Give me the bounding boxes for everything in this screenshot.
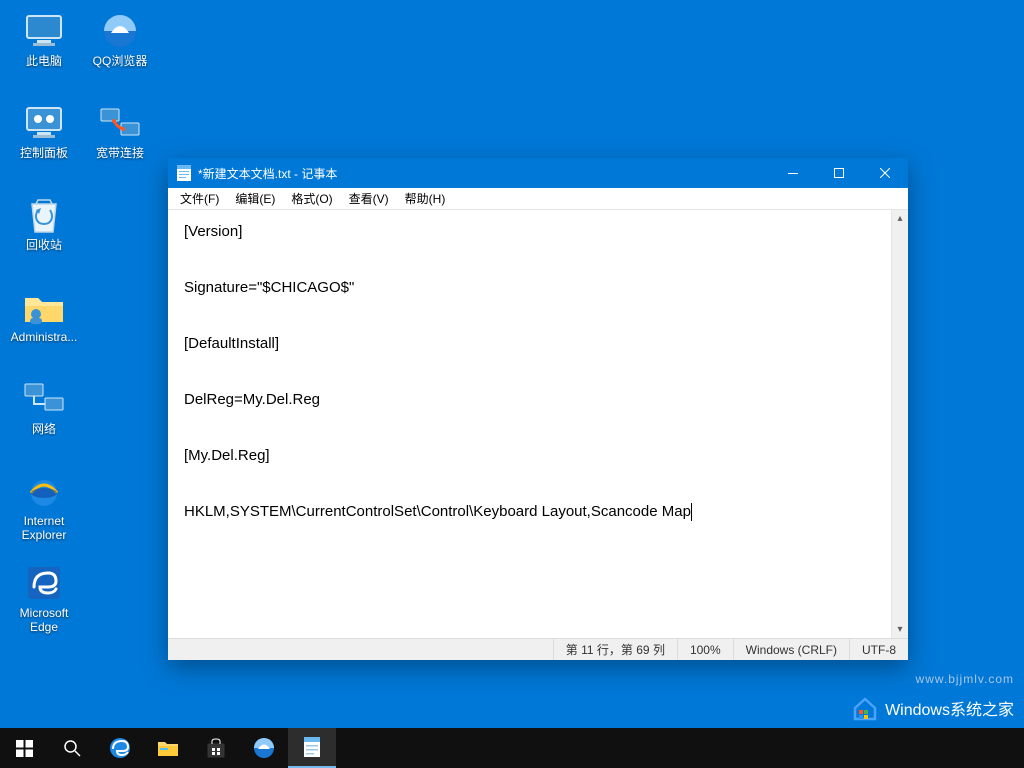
scroll-down-arrow[interactable]: ▾: [892, 621, 908, 638]
menu-查看[interactable]: 查看(V): [341, 188, 397, 209]
recycle-bin-icon: [20, 194, 68, 236]
scroll-track[interactable]: [892, 227, 908, 621]
statusbar: 第 11 行，第 69 列 100% Windows (CRLF) UTF-8: [168, 638, 908, 660]
notepad-taskbar[interactable]: [288, 728, 336, 768]
text-line: [184, 358, 875, 386]
menu-编辑[interactable]: 编辑(E): [227, 188, 283, 209]
edge-desktop-icon[interactable]: Microsoft Edge: [6, 558, 82, 636]
brand-text: Windows系统之家: [885, 696, 1014, 720]
status-eol: Windows (CRLF): [733, 639, 849, 660]
ie-icon: [20, 470, 68, 512]
status-zoom: 100%: [677, 639, 733, 660]
status-position: 第 11 行，第 69 列: [553, 639, 677, 660]
text-line: Signature="$CHICAGO$": [184, 274, 875, 302]
pc-desktop-icon[interactable]: 此电脑: [6, 6, 82, 84]
edge-icon: [20, 562, 68, 604]
notepad-window: *新建文本文档.txt - 记事本 文件(F)编辑(E)格式(O)查看(V)帮助…: [168, 158, 908, 660]
desktop-icon-label: Administra...: [11, 330, 78, 344]
qq-browser-desktop-icon[interactable]: QQ浏览器: [82, 6, 158, 84]
control-panel-icon: [20, 102, 68, 144]
desktop-icon-label: 宽带连接: [96, 146, 144, 160]
window-title: *新建文本文档.txt - 记事本: [198, 165, 337, 182]
store-taskbar[interactable]: [192, 728, 240, 768]
pc-icon: [20, 10, 68, 52]
menu-文件[interactable]: 文件(F): [172, 188, 227, 209]
menu-格式[interactable]: 格式(O): [283, 188, 340, 209]
text-line: [DefaultInstall]: [184, 330, 875, 358]
start-button[interactable]: [0, 728, 48, 768]
house-icon: [851, 694, 879, 722]
menubar: 文件(F)编辑(E)格式(O)查看(V)帮助(H): [168, 188, 908, 210]
text-line: [184, 302, 875, 330]
broadband-icon: [96, 102, 144, 144]
text-line: [My.Del.Reg]: [184, 442, 875, 470]
control-panel-desktop-icon[interactable]: 控制面板: [6, 98, 82, 176]
qq-browser-taskbar[interactable]: [240, 728, 288, 768]
text-line: [Version]: [184, 218, 875, 246]
network-desktop-icon[interactable]: 网络: [6, 374, 82, 452]
desktop-icon-label: 回收站: [26, 238, 62, 252]
notepad-icon: [176, 165, 192, 181]
desktop-icon-label: Internet Explorer: [6, 514, 82, 542]
recycle-bin-desktop-icon[interactable]: 回收站: [6, 190, 82, 268]
text-editor[interactable]: [Version] Signature="$CHICAGO$" [Default…: [168, 210, 908, 638]
text-line: [184, 246, 875, 274]
admin-folder-icon: [20, 286, 68, 328]
minimize-button[interactable]: [770, 158, 816, 188]
search-button[interactable]: [48, 728, 96, 768]
desktop-icon-label: 网络: [32, 422, 56, 436]
menu-帮助[interactable]: 帮助(H): [397, 188, 454, 209]
text-line: DelReg=My.Del.Reg: [184, 386, 875, 414]
ie-desktop-icon[interactable]: Internet Explorer: [6, 466, 82, 544]
file-explorer-taskbar[interactable]: [144, 728, 192, 768]
desktop-icon-label: 此电脑: [26, 54, 62, 68]
vertical-scrollbar[interactable]: ▴ ▾: [891, 210, 908, 638]
text-line: [184, 470, 875, 498]
text-line: HKLM,SYSTEM\CurrentControlSet\Control\Ke…: [184, 498, 875, 526]
status-encoding: UTF-8: [849, 639, 908, 660]
desktop-icon-label: QQ浏览器: [93, 54, 148, 68]
close-button[interactable]: [862, 158, 908, 188]
network-icon: [20, 378, 68, 420]
admin-folder-desktop-icon[interactable]: Administra...: [6, 282, 82, 360]
desktop-icon-label: Microsoft Edge: [6, 606, 82, 634]
url-watermark: www.bjjmlv.com: [916, 672, 1014, 686]
taskbar: [0, 728, 1024, 768]
desktop-icon-label: 控制面板: [20, 146, 68, 160]
brand-watermark: Windows系统之家: [851, 694, 1014, 722]
broadband-desktop-icon[interactable]: 宽带连接: [82, 98, 158, 176]
maximize-button[interactable]: [816, 158, 862, 188]
text-line: [184, 414, 875, 442]
titlebar[interactable]: *新建文本文档.txt - 记事本: [168, 158, 908, 188]
edge-taskbar[interactable]: [96, 728, 144, 768]
scroll-up-arrow[interactable]: ▴: [892, 210, 908, 227]
qq-browser-icon: [96, 10, 144, 52]
